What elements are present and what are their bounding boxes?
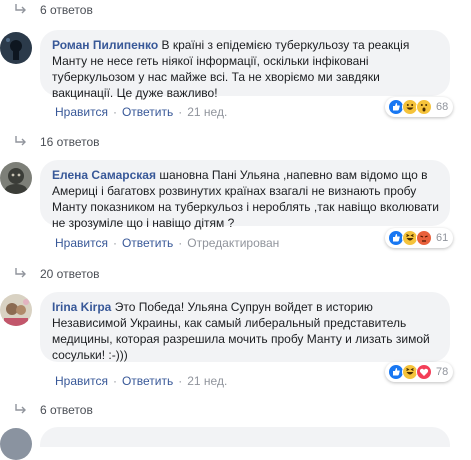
comment-actions: Нравится · Ответить · 21 нед.: [55, 374, 228, 388]
reply-arrow-icon: [15, 404, 26, 414]
like-button[interactable]: Нравится: [55, 374, 108, 388]
edited-label[interactable]: Отредактирован: [187, 236, 279, 250]
view-replies-link[interactable]: 16 ответов: [14, 134, 100, 150]
angry-reaction-icon: [416, 230, 432, 246]
view-replies-label: 16 ответов: [40, 135, 100, 149]
comment-bubble: Роман Пилипенко В країні з епідемією туб…: [40, 30, 450, 100]
love-reaction-icon: [416, 364, 432, 380]
wow-reaction-icon: [416, 99, 432, 115]
reply-button[interactable]: Ответить: [122, 374, 173, 388]
reply-button[interactable]: Ответить: [122, 236, 173, 250]
view-replies-link[interactable]: 20 ответов: [14, 266, 100, 282]
like-button[interactable]: Нравится: [55, 236, 108, 250]
reply-arrow-icon: [15, 268, 26, 278]
view-replies-link[interactable]: 6 ответов: [14, 402, 93, 418]
comment-bubble: Елена Самарская шановна Пані Ульяна ,нап…: [40, 160, 450, 230]
comment-timestamp[interactable]: 21 нед.: [187, 374, 227, 388]
reaction-count: 78: [436, 366, 449, 378]
reply-arrow-icon: [15, 136, 26, 146]
comment-actions: Нравится · Ответить · Отредактирован: [55, 236, 280, 250]
avatar[interactable]: [0, 428, 32, 460]
comment-actions: Нравится · Ответить · 21 нед.: [55, 105, 228, 119]
view-replies-label: 6 ответов: [40, 403, 93, 417]
view-replies-label: 6 ответов: [40, 3, 93, 17]
reaction-summary[interactable]: 68: [385, 97, 454, 117]
reaction-count: 61: [436, 232, 449, 244]
comment-bubble: [40, 427, 450, 447]
reaction-summary[interactable]: 61: [385, 228, 454, 248]
comment-author[interactable]: Роман Пилипенко: [52, 38, 158, 52]
comment-bubble: Irina Kirpa Это Победа! Ульяна Супрун во…: [40, 292, 450, 362]
avatar[interactable]: [0, 32, 32, 64]
reply-arrow-icon: [15, 4, 26, 14]
comment-author[interactable]: Елена Самарская: [52, 168, 156, 182]
like-button[interactable]: Нравится: [55, 105, 108, 119]
comment-timestamp[interactable]: 21 нед.: [187, 105, 227, 119]
avatar[interactable]: [0, 162, 32, 194]
avatar[interactable]: [0, 294, 32, 326]
comment-author[interactable]: Irina Kirpa: [52, 300, 111, 314]
view-replies-link[interactable]: 6 ответов: [14, 2, 93, 18]
reply-button[interactable]: Ответить: [122, 105, 173, 119]
reaction-count: 68: [436, 101, 449, 113]
view-replies-label: 20 ответов: [40, 267, 100, 281]
reaction-summary[interactable]: 78: [385, 362, 454, 382]
